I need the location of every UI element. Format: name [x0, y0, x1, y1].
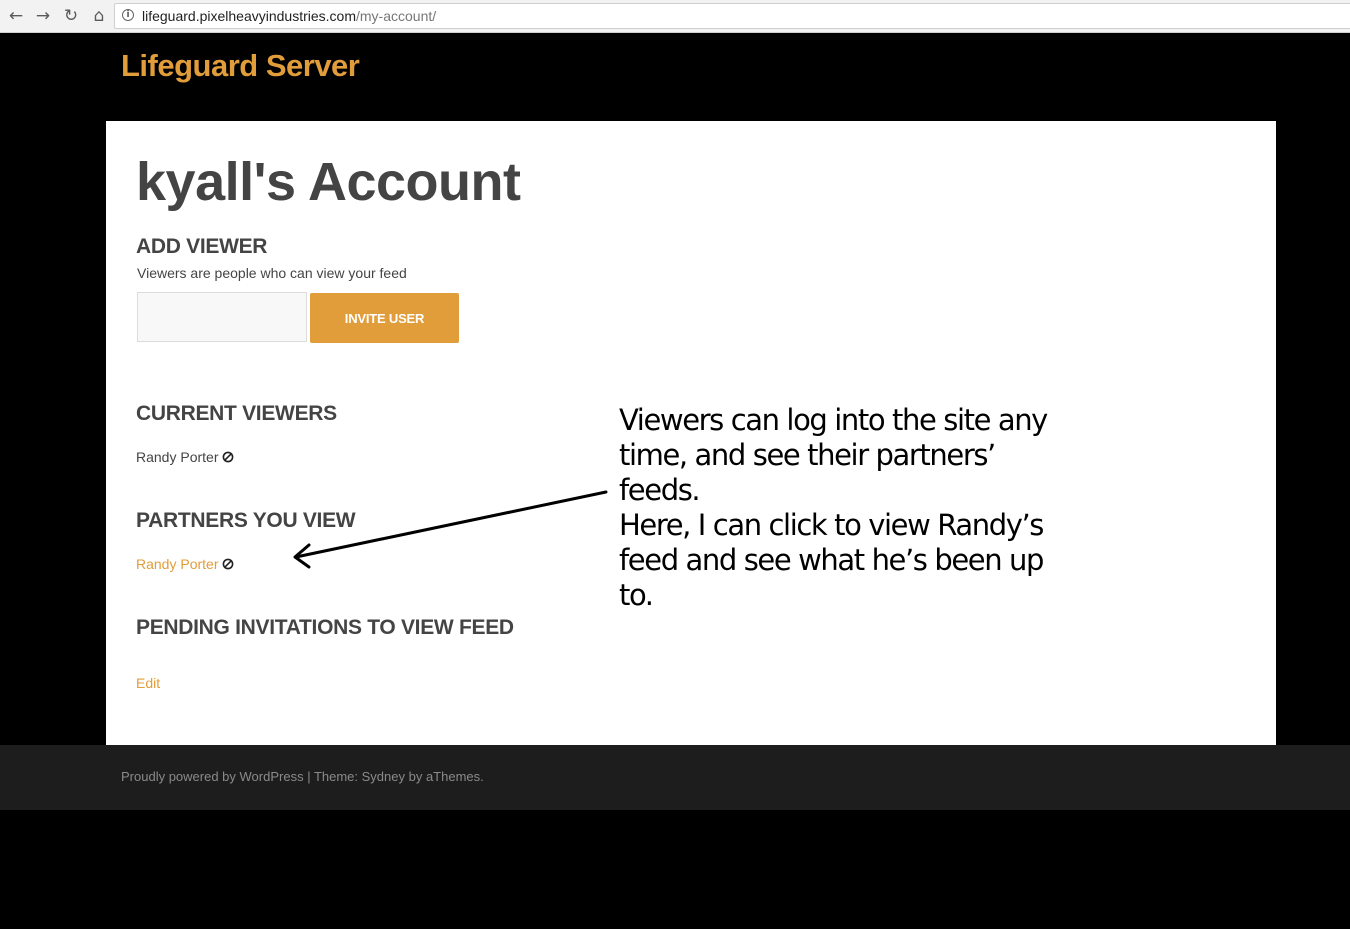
remove-viewer-icon[interactable] — [222, 451, 234, 463]
partner-item: Randy Porter — [136, 556, 234, 572]
annotation-line: feed and see what he’s been up to. — [619, 543, 1044, 612]
browser-toolbar: ← → ↻ ⌂ i lifeguard.pixelheavyindustries… — [0, 0, 1350, 33]
back-arrow-icon[interactable]: ← — [6, 5, 26, 27]
footer-credits: Proudly powered by WordPress | Theme: Sy… — [121, 769, 484, 784]
url-text: lifeguard.pixelheavyindustries.com/my-ac… — [142, 8, 436, 24]
forward-arrow-icon[interactable]: → — [33, 5, 53, 27]
annotation-line: time, and see their partners’ feeds. — [619, 438, 996, 507]
current-viewer-item: Randy Porter — [136, 449, 234, 465]
page-title: kyall's Account — [136, 152, 521, 212]
wordpress-link[interactable]: Proudly powered by WordPress — [121, 769, 304, 784]
theme-link[interactable]: Theme: Sydney by aThemes. — [314, 769, 484, 784]
url-path: /my-account/ — [356, 8, 437, 24]
pending-invitations-heading: PENDING INVITATIONS TO VIEW FEED — [136, 616, 514, 639]
footer-separator: | — [303, 769, 314, 784]
current-viewer-name: Randy Porter — [136, 449, 219, 465]
remove-partner-icon[interactable] — [222, 558, 234, 570]
address-bar[interactable]: i lifeguard.pixelheavyindustries.com/my-… — [114, 3, 1350, 29]
invite-user-input[interactable] — [137, 292, 307, 342]
annotation-line: Viewers can log into the site any — [619, 403, 1048, 437]
edit-link[interactable]: Edit — [136, 675, 160, 691]
add-viewer-heading: ADD VIEWER — [136, 235, 268, 258]
annotation-line: Here, I can click to view Randy’s — [619, 508, 1044, 542]
annotation-note: Viewers can log into the site any time, … — [619, 403, 1079, 613]
partner-name-link[interactable]: Randy Porter — [136, 556, 218, 572]
partners-heading: PARTNERS YOU VIEW — [136, 509, 356, 532]
invite-user-button[interactable]: INVITE USER — [310, 293, 459, 343]
info-icon[interactable]: i — [122, 9, 134, 21]
home-icon[interactable]: ⌂ — [89, 5, 109, 27]
add-viewer-description: Viewers are people who can view your fee… — [137, 265, 407, 281]
site-footer: Proudly powered by WordPress | Theme: Sy… — [0, 745, 1350, 810]
url-host: lifeguard.pixelheavyindustries.com — [142, 8, 356, 24]
site-title-link[interactable]: Lifeguard Server — [121, 48, 360, 84]
reload-icon[interactable]: ↻ — [61, 5, 81, 27]
current-viewers-heading: CURRENT VIEWERS — [136, 402, 337, 425]
